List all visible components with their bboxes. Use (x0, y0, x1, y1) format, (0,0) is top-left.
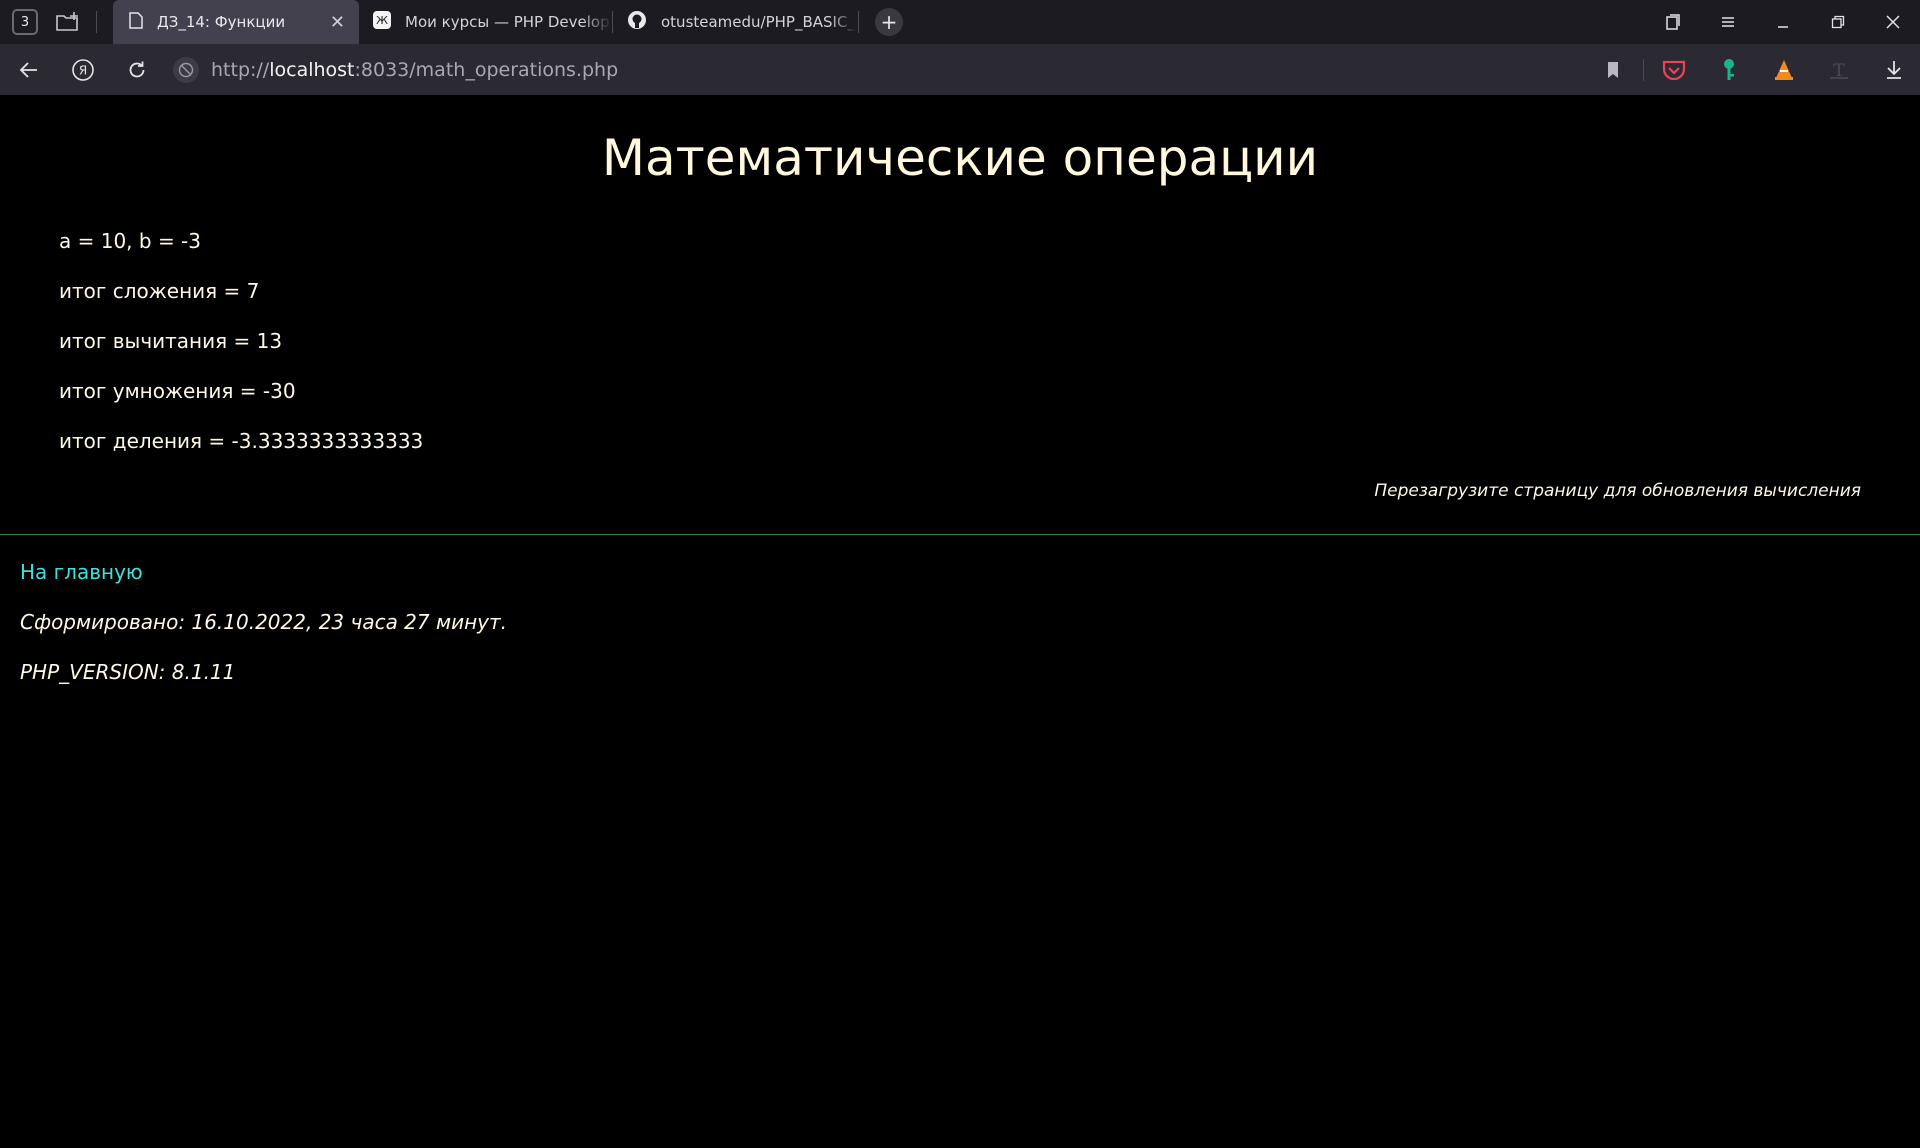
key-extension-icon[interactable] (1713, 54, 1745, 86)
vlc-extension-icon[interactable] (1768, 54, 1800, 86)
result-subtraction: итог вычитания = 13 (59, 329, 283, 353)
result-division: итог деления = -3.3333333333333 (59, 429, 424, 453)
translate-extension-icon[interactable]: T (1823, 54, 1855, 86)
menu-icon[interactable] (1700, 0, 1755, 44)
tab-github[interactable]: otusteamedu/PHP_BASIC_ (613, 0, 858, 44)
close-tab-icon[interactable]: ✕ (330, 12, 345, 33)
site-info-icon[interactable] (173, 56, 199, 83)
page-icon (129, 11, 143, 33)
new-tab-group-icon[interactable] (54, 11, 82, 33)
github-icon (627, 10, 647, 34)
collections-icon[interactable] (1645, 0, 1700, 44)
restore-icon[interactable] (1810, 0, 1865, 44)
new-tab-plus-icon[interactable]: + (875, 8, 903, 36)
tab-divider (858, 11, 859, 33)
tab-title: otusteamedu/PHP_BASIC_ (661, 13, 858, 31)
result-multiplication: итог умножения = -30 (59, 379, 296, 403)
result-addition: итог сложения = 7 (59, 279, 260, 303)
tab-count: 3 (20, 14, 30, 30)
bookmark-icon[interactable] (1597, 54, 1629, 86)
url-path: :8033/math_operations.php (354, 58, 619, 81)
download-icon[interactable] (1878, 54, 1910, 86)
pocket-icon[interactable] (1658, 54, 1690, 86)
tab-counter-button[interactable]: 3 (12, 9, 38, 35)
php-version: PHP_VERSION: 8.1.11 (20, 660, 236, 684)
svg-text:T: T (1833, 61, 1845, 80)
navigation-bar: Я http://localhost:8033/math_operations.… (0, 44, 1920, 95)
page-content: Математические операции a = 10, b = -3 и… (0, 95, 1920, 1148)
generated-timestamp: Сформировано: 16.10.2022, 23 часа 27 мин… (20, 610, 507, 634)
window-controls (1645, 0, 1920, 44)
svg-text:Я: Я (79, 63, 87, 77)
page-title: Математические операции (601, 129, 1319, 187)
svg-text:Ж: Ж (376, 14, 388, 27)
horizontal-rule (0, 534, 1920, 535)
yandex-icon[interactable]: Я (67, 54, 99, 86)
tab-title: ДЗ_14: Функции (157, 13, 286, 31)
tab-courses[interactable]: Ж Мои курсы — PHP Develop (359, 0, 612, 44)
home-link[interactable]: На главную (20, 560, 143, 584)
otus-favicon-icon: Ж (373, 11, 391, 33)
toolbar-divider (1643, 58, 1644, 81)
reload-note: Перезагрузите страницу для обновления вы… (1374, 481, 1861, 501)
address-bar[interactable]: http://localhost:8033/math_operations.ph… (173, 56, 619, 83)
back-arrow-icon[interactable] (13, 54, 45, 86)
minimize-icon[interactable] (1755, 0, 1810, 44)
toolbar-divider (96, 11, 97, 33)
toolbar-extensions: T (1574, 44, 1920, 95)
tab-title: Мои курсы — PHP Develop (405, 13, 612, 31)
close-window-icon[interactable] (1865, 0, 1920, 44)
url-scheme: http:// (211, 58, 270, 81)
reload-icon[interactable] (121, 54, 153, 86)
tab-active[interactable]: ДЗ_14: Функции ✕ (113, 0, 359, 44)
tab-bar: 3 ДЗ_14: Функции ✕ Ж Мои курсы — PHP Dev… (0, 0, 1920, 44)
url-host: localhost (269, 58, 355, 81)
values-line: a = 10, b = -3 (59, 229, 202, 253)
